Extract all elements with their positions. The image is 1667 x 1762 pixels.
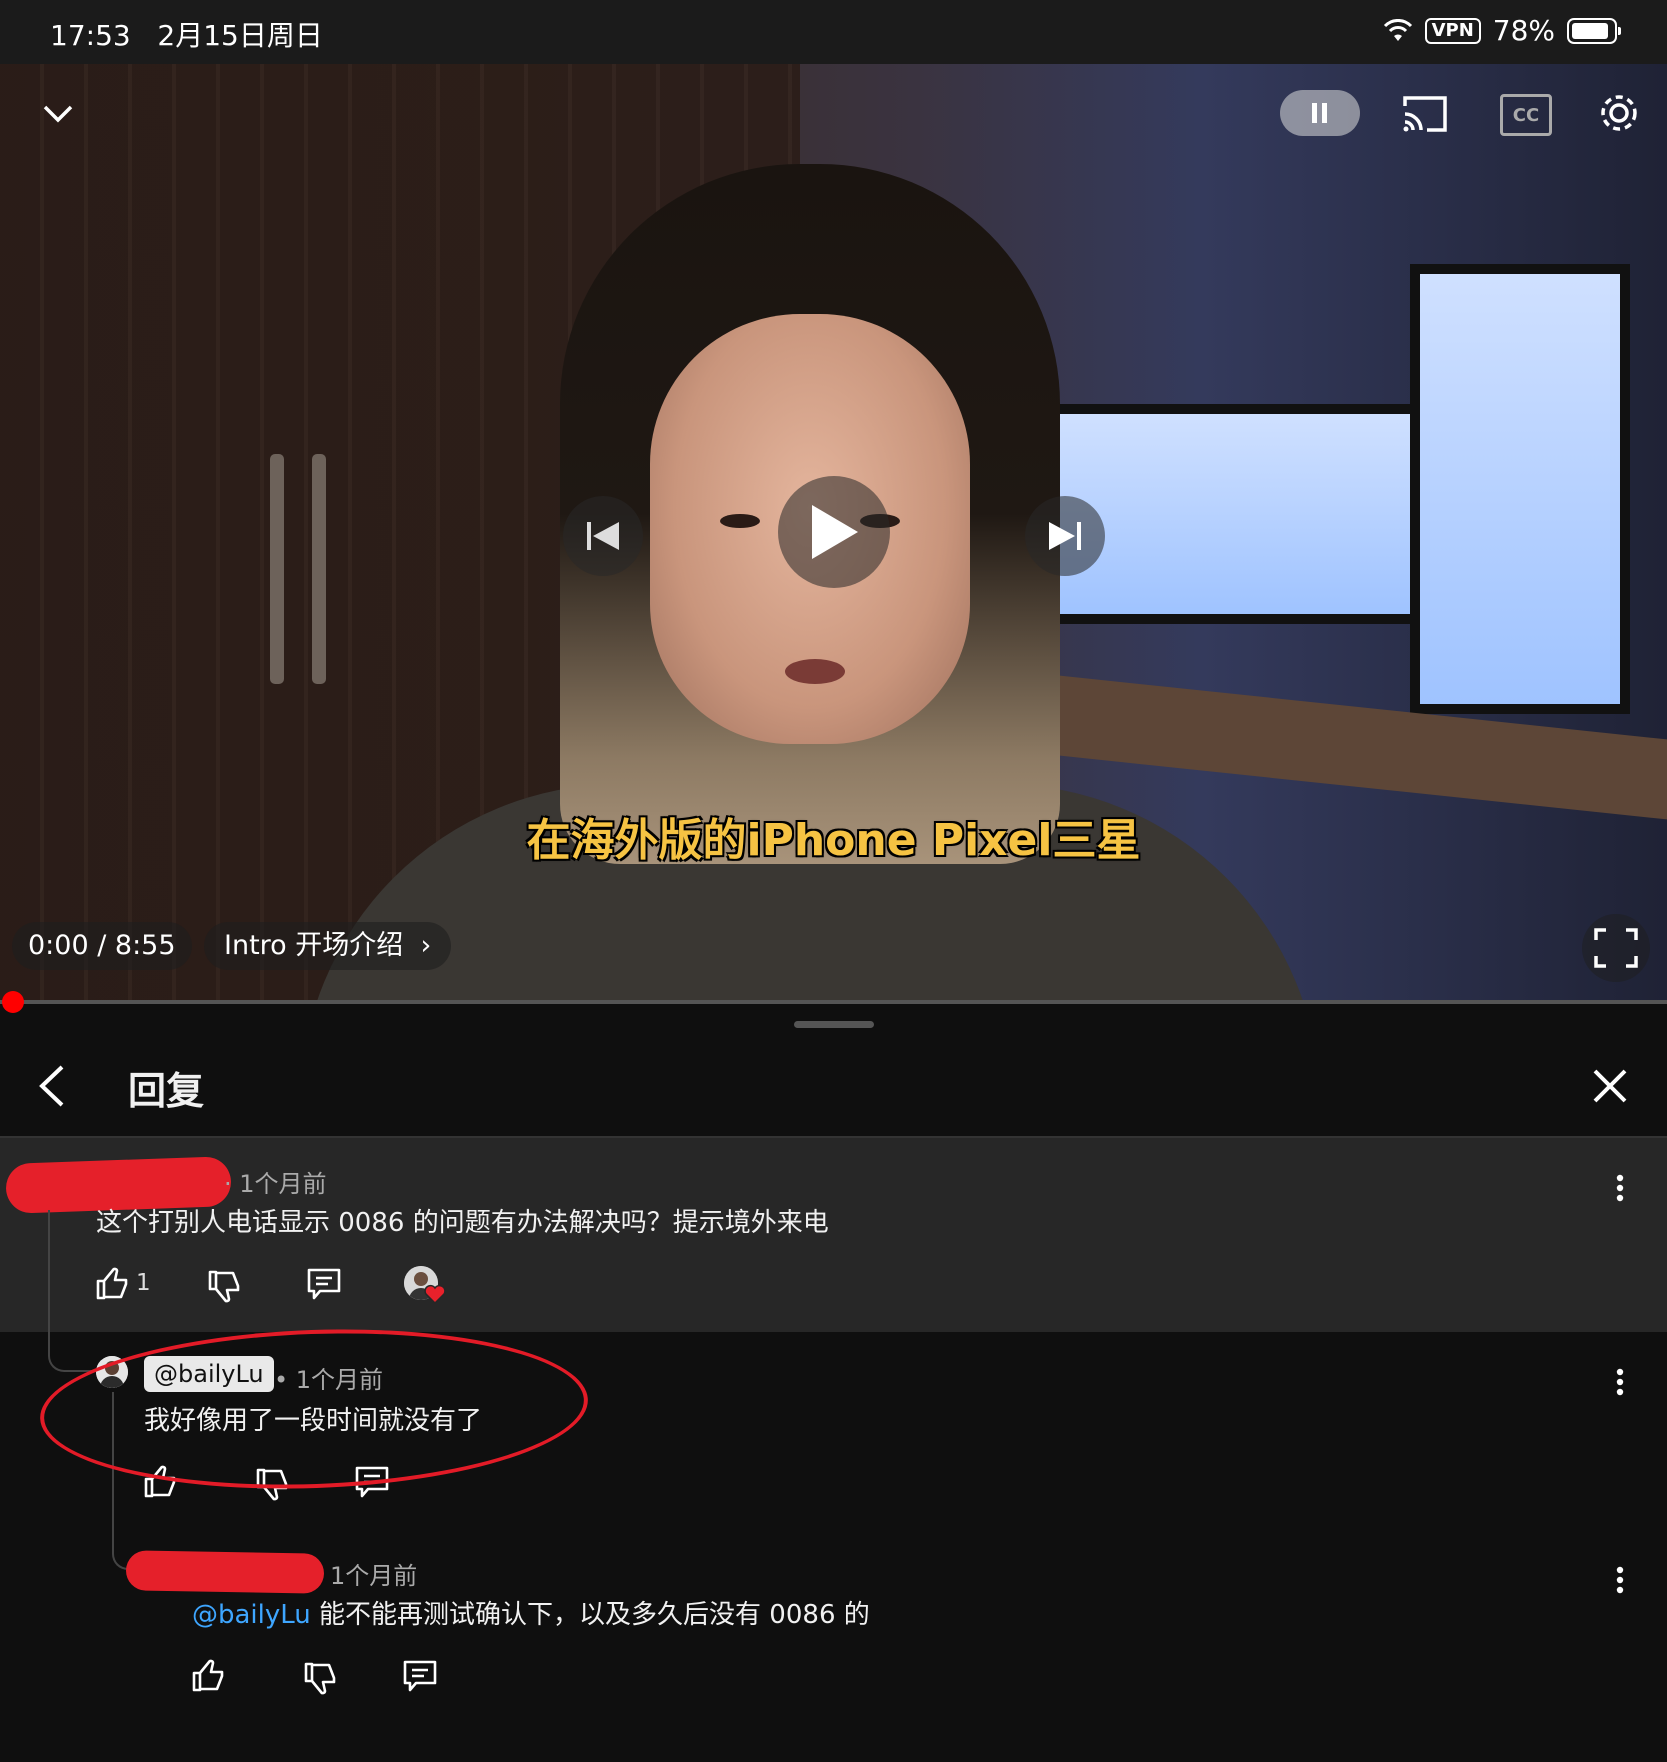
thumbs-up-icon[interactable] [188, 1656, 228, 1696]
video-subtitle: 在海外版的iPhone Pixel三星 [526, 815, 1141, 866]
date: 2月15日周日 [157, 19, 323, 52]
drag-handle[interactable] [794, 1021, 874, 1028]
video-player[interactable]: CC 在海外版的iPhone Pixel三星 0:00 / 8:55 Intro… [0, 64, 1667, 1004]
pause-icon [1312, 103, 1327, 123]
chevron-left-icon[interactable] [36, 1064, 80, 1112]
cast-icon[interactable] [1400, 92, 1450, 136]
battery-icon [1567, 17, 1621, 44]
comment-icon[interactable] [400, 1656, 440, 1696]
status-right: VPN 78% [1383, 14, 1621, 47]
thumbs-down-icon[interactable] [300, 1658, 340, 1698]
time-display: 0:00 / 8:55 [12, 922, 192, 970]
redacted-author [125, 1550, 325, 1594]
play-button[interactable] [778, 476, 890, 588]
autoplay-toggle[interactable] [1280, 90, 1360, 136]
mention-link[interactable]: @bailyLu [192, 1600, 311, 1630]
play-icon [812, 505, 858, 559]
skip-previous-icon [587, 522, 619, 550]
progress-scrubber[interactable] [2, 991, 24, 1013]
battery-percent: 78% [1492, 14, 1555, 47]
comment-icon[interactable] [304, 1264, 344, 1304]
minimize-chevron-icon[interactable] [38, 94, 78, 134]
comment-body: 能不能再测试确认下，以及多久后没有 0086 的 [319, 1600, 870, 1630]
comment-text: @bailyLu 能不能再测试确认下，以及多久后没有 0086 的 [192, 1594, 870, 1631]
close-icon[interactable] [1592, 1068, 1636, 1112]
progress-bar[interactable] [0, 991, 1667, 1013]
replies-header: 回复 [0, 1040, 1667, 1138]
kebab-icon[interactable] [1610, 1168, 1630, 1208]
annotation-circle [37, 1320, 591, 1498]
chapter-label: Intro 开场介绍 [224, 930, 404, 961]
kebab-icon[interactable] [1610, 1362, 1630, 1402]
captions-button[interactable]: CC [1500, 94, 1552, 136]
heart-icon [424, 1284, 446, 1304]
previous-button[interactable] [563, 496, 643, 576]
status-time: 17:53 2月15日周日 [50, 14, 323, 54]
comment-meta: 1个月前 [330, 1562, 418, 1590]
wifi-icon [1383, 18, 1412, 41]
chapter-button[interactable]: Intro 开场介绍 › [204, 922, 452, 970]
video-person [300, 164, 1320, 1004]
vpn-badge: VPN [1424, 17, 1481, 44]
thread-line [48, 1210, 94, 1372]
fullscreen-icon[interactable] [1582, 914, 1650, 982]
clock: 17:53 [50, 19, 131, 52]
next-button[interactable] [1025, 496, 1105, 576]
comment-meta: · 1个月前 [224, 1170, 327, 1198]
comment-text: 这个打别人电话显示 0086 的问题有办法解决吗？提示境外来电 [96, 1208, 829, 1238]
like-count: 1 [136, 1270, 151, 1296]
panel-title: 回复 [128, 1069, 205, 1113]
gear-icon[interactable] [1594, 88, 1644, 138]
thumbs-down-icon[interactable] [204, 1266, 244, 1306]
status-bar: 17:53 2月15日周日 VPN 78% [0, 0, 1667, 64]
thumbs-up-icon[interactable] [92, 1264, 132, 1304]
kebab-icon[interactable] [1610, 1560, 1630, 1600]
skip-next-icon [1049, 522, 1081, 550]
chevron-right-icon: › [411, 930, 432, 961]
